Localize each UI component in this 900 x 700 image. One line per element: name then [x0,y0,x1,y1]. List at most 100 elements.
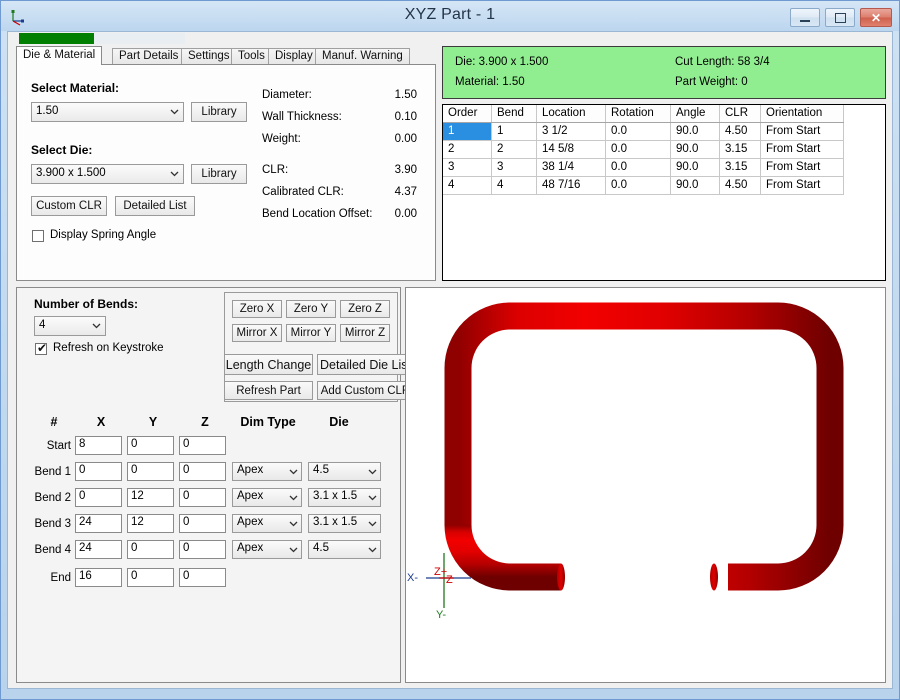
die-library-button[interactable]: Library [191,164,247,184]
cell-rotation[interactable]: 0.0 [606,141,671,159]
cell-angle[interactable]: 90.0 [671,159,720,177]
bend2-die-select[interactable]: 3.1 x 1.5 [308,488,381,507]
tab-manuf-warning[interactable]: Manuf. Warning [315,48,410,65]
cell-rotation[interactable]: 0.0 [606,123,671,141]
tab-die-and-material[interactable]: Die & Material [16,46,102,65]
bend3-x-input[interactable]: 24 [75,514,122,533]
zero-z-button[interactable]: Zero Z [340,300,390,318]
detailed-list-button[interactable]: Detailed List [115,196,195,216]
col-orientation[interactable]: Orientation [761,105,844,123]
table-row[interactable]: 2 2 14 5/8 0.0 90.0 3.15 From Start [443,141,844,159]
bend4-die-select[interactable]: 4.5 [308,540,381,559]
die-select[interactable]: 3.900 x 1.500 [31,164,184,184]
bend1-z-input[interactable]: 0 [179,462,226,481]
custom-clr-button[interactable]: Custom CLR [31,196,107,216]
table-row[interactable]: 3 3 38 1/4 0.0 90.0 3.15 From Start [443,159,844,177]
bend-table-container[interactable]: Order Bend Location Rotation Angle CLR O… [442,104,886,281]
bend2-dim-type-select[interactable]: Apex [232,488,302,507]
maximize-icon [826,9,854,26]
cell-orientation[interactable]: From Start [761,123,844,141]
bend3-y-input[interactable]: 12 [127,514,174,533]
end-x-input[interactable]: 16 [75,568,122,587]
table-row[interactable]: 1 1 3 1/2 0.0 90.0 4.50 From Start [443,123,844,141]
col-angle[interactable]: Angle [671,105,720,123]
end-z-input[interactable]: 0 [179,568,226,587]
start-x-input[interactable]: 8 [75,436,122,455]
tab-display[interactable]: Display [268,48,320,65]
cell-location[interactable]: 3 1/2 [537,123,606,141]
cell-angle[interactable]: 90.0 [671,177,720,195]
bend4-dim-type-select[interactable]: Apex [232,540,302,559]
maximize-button[interactable] [825,8,855,27]
bend3-die-select[interactable]: 3.1 x 1.5 [308,514,381,533]
cell-angle[interactable]: 90.0 [671,141,720,159]
col-bend[interactable]: Bend [492,105,537,123]
mirror-z-button[interactable]: Mirror Z [340,324,390,342]
tab-part-details[interactable]: Part Details [112,48,185,65]
bend2-x-input[interactable]: 0 [75,488,122,507]
bend2-z-input[interactable]: 0 [179,488,226,507]
cell-orientation[interactable]: From Start [761,141,844,159]
col-location[interactable]: Location [537,105,606,123]
cell-clr[interactable]: 4.50 [720,123,761,141]
cell-bend[interactable]: 3 [492,159,537,177]
zero-y-button[interactable]: Zero Y [286,300,336,318]
bend4-y-input[interactable]: 0 [127,540,174,559]
end-y-input[interactable]: 0 [127,568,174,587]
col-order[interactable]: Order [443,105,492,123]
bend2-y-input[interactable]: 12 [127,488,174,507]
mirror-y-button[interactable]: Mirror Y [286,324,336,342]
summary-die: Die: 3.900 x 1.500 [455,56,548,68]
cell-bend[interactable]: 1 [492,123,537,141]
cell-clr[interactable]: 4.50 [720,177,761,195]
cell-orientation[interactable]: From Start [761,177,844,195]
cell-order[interactable]: 3 [443,159,492,177]
cell-clr[interactable]: 3.15 [720,141,761,159]
cell-clr[interactable]: 3.15 [720,159,761,177]
bend3-z-input[interactable]: 0 [179,514,226,533]
detailed-die-list-button[interactable]: Detailed Die List [317,354,414,375]
material-select[interactable]: 1.50 [31,102,184,122]
length-change-button[interactable]: Length Change [224,354,313,375]
tab-tools[interactable]: Tools [231,48,272,65]
bend3-dim-type-select[interactable]: Apex [232,514,302,533]
cell-rotation[interactable]: 0.0 [606,177,671,195]
material-library-button[interactable]: Library [191,102,247,122]
cell-rotation[interactable]: 0.0 [606,159,671,177]
bend1-y-input[interactable]: 0 [127,462,174,481]
tab-settings[interactable]: Settings [181,48,237,65]
zero-x-button[interactable]: Zero X [232,300,282,318]
number-of-bends-select[interactable]: 4 [34,316,106,336]
mirror-x-button[interactable]: Mirror X [232,324,282,342]
title-bar[interactable]: XYZ Part - 1 ✕ [1,1,899,31]
cell-bend[interactable]: 4 [492,177,537,195]
cell-order[interactable]: 1 [443,123,492,141]
bend1-die-select[interactable]: 4.5 [308,462,381,481]
table-row[interactable]: 4 4 48 7/16 0.0 90.0 4.50 From Start [443,177,844,195]
cell-order[interactable]: 4 [443,177,492,195]
cell-orientation[interactable]: From Start [761,159,844,177]
add-custom-clr-button[interactable]: Add Custom CLR [317,381,414,400]
cell-bend[interactable]: 2 [492,141,537,159]
minimize-button[interactable] [790,8,820,27]
col-clr[interactable]: CLR [720,105,761,123]
cell-order[interactable]: 2 [443,141,492,159]
start-z-input[interactable]: 0 [179,436,226,455]
cell-location[interactable]: 48 7/16 [537,177,606,195]
bend2-dim-type-value: Apex [237,490,263,502]
cell-angle[interactable]: 90.0 [671,123,720,141]
close-icon: ✕ [861,9,891,26]
bend1-dim-type-select[interactable]: Apex [232,462,302,481]
part-3d-viewport[interactable]: X- Z+ Z Y- [405,287,886,683]
refresh-on-keystroke-checkbox[interactable]: ✔ [35,343,47,355]
display-spring-angle-checkbox[interactable] [32,230,44,242]
refresh-part-button[interactable]: Refresh Part [224,381,313,400]
bend4-z-input[interactable]: 0 [179,540,226,559]
close-button[interactable]: ✕ [860,8,892,27]
start-y-input[interactable]: 0 [127,436,174,455]
bend4-x-input[interactable]: 24 [75,540,122,559]
cell-location[interactable]: 14 5/8 [537,141,606,159]
cell-location[interactable]: 38 1/4 [537,159,606,177]
bend1-x-input[interactable]: 0 [75,462,122,481]
col-rotation[interactable]: Rotation [606,105,671,123]
